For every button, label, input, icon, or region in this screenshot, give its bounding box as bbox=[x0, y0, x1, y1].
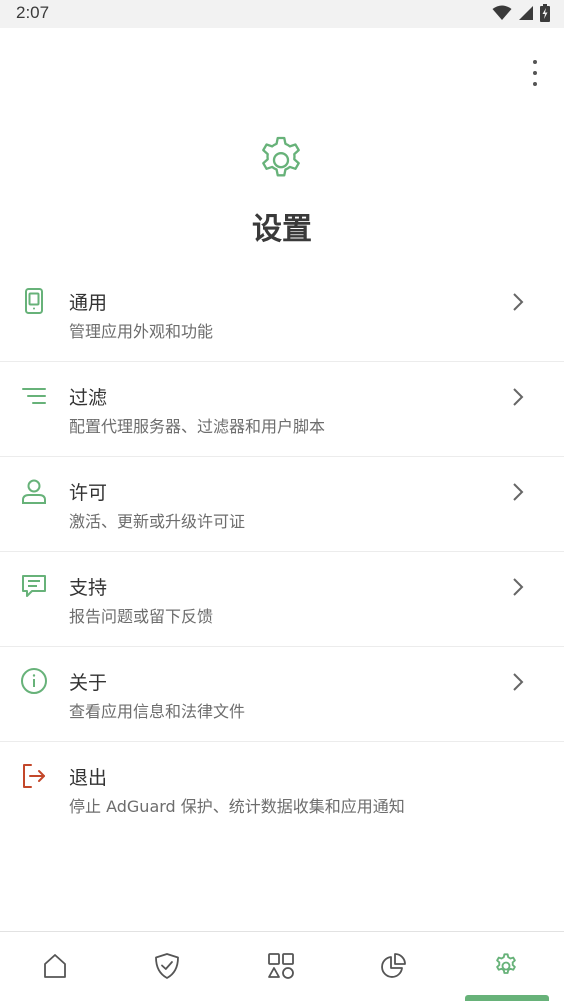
item-title: 关于 bbox=[69, 672, 108, 694]
battery-charging-icon bbox=[540, 4, 550, 22]
wifi-icon bbox=[492, 5, 512, 20]
active-tab-indicator bbox=[465, 995, 549, 1001]
more-vertical-icon[interactable] bbox=[528, 60, 542, 86]
item-subtitle: 配置代理服务器、过滤器和用户脚本 bbox=[69, 417, 326, 436]
status-time: 2:07 bbox=[16, 3, 50, 22]
person-icon bbox=[22, 479, 46, 504]
settings-gear-icon[interactable] bbox=[492, 952, 520, 980]
shield-icon[interactable] bbox=[153, 952, 181, 980]
item-title: 通用 bbox=[69, 292, 108, 314]
chevron-right-icon bbox=[513, 293, 524, 311]
chevron-right-icon bbox=[513, 578, 524, 596]
chevron-right-icon bbox=[513, 483, 524, 501]
item-title: 过滤 bbox=[69, 387, 108, 409]
filter-icon bbox=[22, 388, 46, 404]
item-subtitle: 查看应用信息和法律文件 bbox=[69, 702, 246, 721]
item-title: 许可 bbox=[69, 482, 108, 504]
settings-item-about[interactable]: 关于 查看应用信息和法律文件 bbox=[0, 647, 564, 742]
settings-item-filtering[interactable]: 过滤 配置代理服务器、过滤器和用户脚本 bbox=[0, 362, 564, 457]
chevron-right-icon bbox=[513, 673, 524, 691]
cellular-signal-icon bbox=[519, 6, 533, 20]
item-subtitle: 管理应用外观和功能 bbox=[69, 322, 214, 341]
settings-item-quit[interactable]: 退出 停止 AdGuard 保护、统计数据收集和应用通知 bbox=[0, 742, 564, 837]
settings-item-general[interactable]: 通用 管理应用外观和功能 bbox=[0, 267, 564, 362]
settings-item-license[interactable]: 许可 激活、更新或升级许可证 bbox=[0, 457, 564, 552]
chat-icon bbox=[22, 575, 46, 597]
settings-list: 通用 管理应用外观和功能 过滤 配置代理服务器、过滤器和用户脚本 许可 激活、更… bbox=[0, 267, 564, 837]
bottom-nav bbox=[0, 931, 564, 1001]
item-title: 退出 bbox=[69, 767, 108, 789]
status-bar: 2:07 bbox=[0, 0, 564, 28]
info-icon bbox=[21, 668, 47, 694]
item-subtitle: 停止 AdGuard 保护、统计数据收集和应用通知 bbox=[69, 797, 405, 816]
item-title: 支持 bbox=[69, 577, 108, 599]
apps-icon[interactable] bbox=[267, 952, 295, 980]
statistics-icon[interactable] bbox=[379, 952, 407, 980]
home-icon[interactable] bbox=[41, 952, 69, 980]
gear-icon bbox=[262, 136, 300, 177]
item-subtitle: 报告问题或留下反馈 bbox=[69, 607, 214, 626]
settings-item-support[interactable]: 支持 报告问题或留下反馈 bbox=[0, 552, 564, 647]
chevron-right-icon bbox=[513, 388, 524, 406]
page-title: 设置 bbox=[252, 212, 312, 247]
logout-icon bbox=[23, 764, 45, 788]
status-icons bbox=[492, 4, 550, 22]
phone-icon bbox=[25, 288, 43, 314]
item-subtitle: 激活、更新或升级许可证 bbox=[69, 512, 246, 531]
